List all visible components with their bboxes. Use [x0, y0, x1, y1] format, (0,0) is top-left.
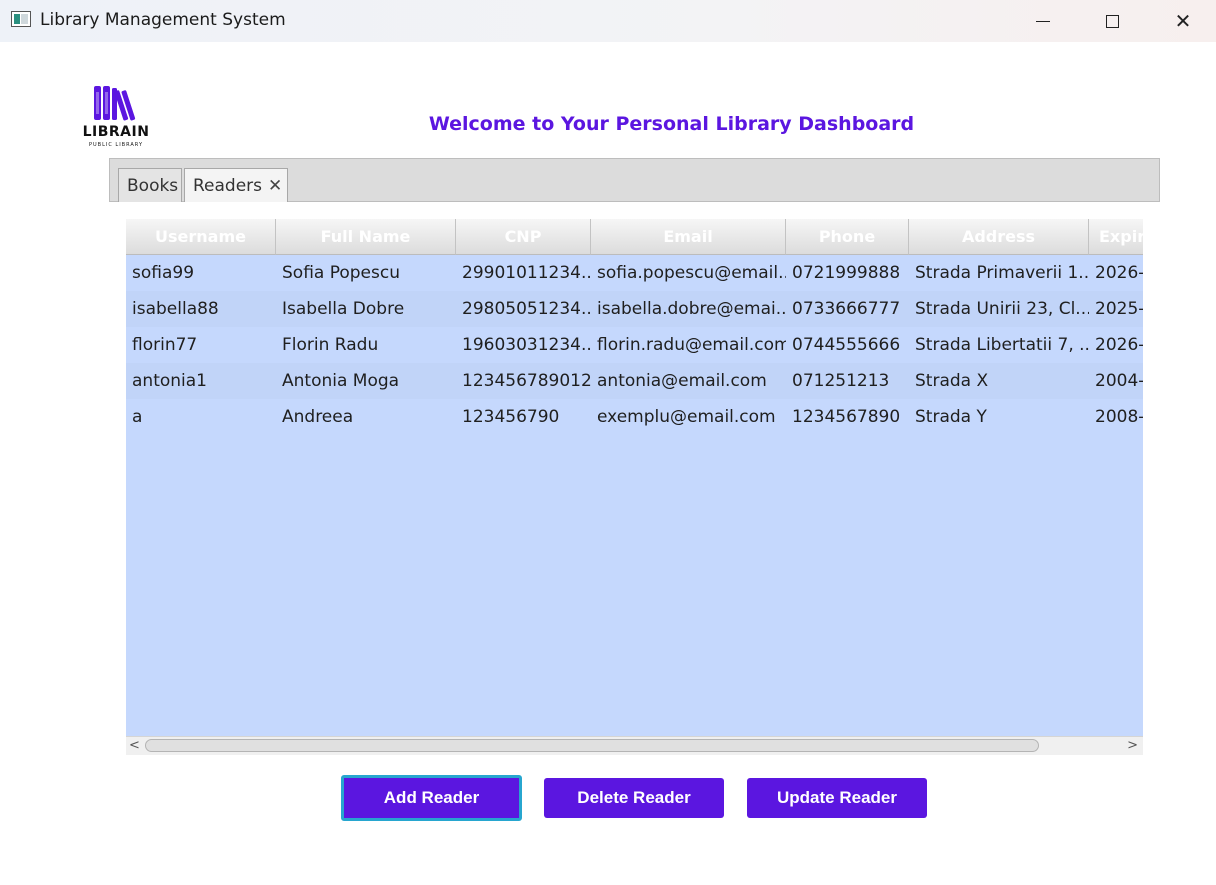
tab-books-label: Books [127, 175, 179, 196]
cell-username: isabella88 [132, 299, 219, 319]
tab-readers[interactable]: Readers ✕ [184, 168, 288, 202]
readers-table[interactable]: Username Full Name CNP Email Phone Addre… [126, 219, 1143, 755]
minimize-button[interactable] [1008, 0, 1078, 42]
cell-full-name: Antonia Moga [282, 371, 400, 391]
cell-phone: 0721999888 [792, 263, 901, 283]
logo-name: LIBRAIN [82, 124, 150, 140]
tab-readers-label: Readers [193, 175, 263, 196]
tab-books[interactable]: Books [118, 168, 182, 202]
cell-address: Strada Libertatii 7, ... [915, 335, 1089, 355]
table-row[interactable]: isabella88 Isabella Dobre 29805051234...… [126, 291, 1143, 327]
cell-address: Strada Unirii 23, Cl... [915, 299, 1089, 319]
cell-email: sofia.popescu@email... [597, 263, 786, 283]
window-titlebar: Library Management System ✕ [0, 0, 1216, 42]
cell-email: florin.radu@email.com [597, 335, 786, 355]
add-reader-button[interactable]: Add Reader [341, 775, 522, 821]
cell-expiration: 2026-0 [1095, 263, 1143, 283]
cell-expiration: 2025-1 [1095, 299, 1143, 319]
cell-phone: 0733666777 [792, 299, 901, 319]
cell-address: Strada Y [915, 407, 987, 427]
delete-reader-button[interactable]: Delete Reader [544, 778, 724, 818]
cell-email: antonia@email.com [597, 371, 767, 391]
cell-phone: 071251213 [792, 371, 890, 391]
column-header-cnp[interactable]: CNP [456, 219, 591, 255]
table-row[interactable]: antonia1 Antonia Moga 123456789012 anton… [126, 363, 1143, 399]
maximize-icon [1105, 14, 1119, 28]
app-icon [11, 11, 31, 27]
table-body: sofia99 Sofia Popescu 29901011234... sof… [126, 255, 1143, 435]
close-icon: ✕ [1174, 9, 1192, 33]
scroll-right-arrow-icon[interactable]: > [1127, 738, 1138, 753]
tab-bar: Books Readers ✕ [109, 158, 1160, 202]
horizontal-scrollbar[interactable]: < > [126, 736, 1143, 755]
column-header-address[interactable]: Address [909, 219, 1089, 255]
cell-address: Strada X [915, 371, 989, 391]
column-header-phone[interactable]: Phone [786, 219, 909, 255]
cell-cnp: 29805051234... [462, 299, 591, 319]
window-title: Library Management System [40, 10, 286, 30]
cell-username: florin77 [132, 335, 198, 355]
table-header: Username Full Name CNP Email Phone Addre… [126, 219, 1143, 255]
cell-email: isabella.dobre@emai... [597, 299, 786, 319]
cell-phone: 1234567890 [792, 407, 901, 427]
cell-expiration: 2026-0 [1095, 335, 1143, 355]
cell-email: exemplu@email.com [597, 407, 776, 427]
scrollbar-thumb[interactable] [145, 739, 1039, 752]
cell-expiration: 2008-0 [1095, 407, 1143, 427]
cell-phone: 0744555666 [792, 335, 901, 355]
cell-full-name: Sofia Popescu [282, 263, 400, 283]
table-row[interactable]: sofia99 Sofia Popescu 29901011234... sof… [126, 255, 1143, 291]
update-reader-button[interactable]: Update Reader [747, 778, 927, 818]
cell-expiration: 2004-0 [1095, 371, 1143, 391]
tab-close-icon[interactable]: ✕ [268, 176, 282, 196]
cell-username: sofia99 [132, 263, 195, 283]
cell-username: a [132, 407, 143, 427]
close-window-button[interactable]: ✕ [1148, 0, 1216, 42]
dashboard-heading: Welcome to Your Personal Library Dashboa… [428, 113, 915, 135]
cell-cnp: 19603031234... [462, 335, 591, 355]
column-header-full-name[interactable]: Full Name [276, 219, 456, 255]
column-header-username[interactable]: Username [126, 219, 276, 255]
librain-logo: LIBRAIN PUBLIC LIBRARY [80, 84, 152, 150]
cell-address: Strada Primaverii 1... [915, 263, 1089, 283]
cell-cnp: 123456790 [462, 407, 560, 427]
minimize-icon [1036, 20, 1050, 22]
cell-full-name: Andreea [282, 407, 354, 427]
table-row[interactable]: florin77 Florin Radu 19603031234... flor… [126, 327, 1143, 363]
books-logo-icon [94, 86, 136, 121]
maximize-button[interactable] [1077, 0, 1147, 42]
column-header-expiration[interactable]: Expira [1089, 219, 1143, 255]
cell-full-name: Isabella Dobre [282, 299, 405, 319]
cell-full-name: Florin Radu [282, 335, 379, 355]
table-row[interactable]: a Andreea 123456790 exemplu@email.com 12… [126, 399, 1143, 435]
cell-cnp: 29901011234... [462, 263, 591, 283]
column-header-email[interactable]: Email [591, 219, 786, 255]
cell-cnp: 123456789012 [462, 371, 591, 391]
logo-tagline: PUBLIC LIBRARY [88, 142, 144, 148]
scroll-left-arrow-icon[interactable]: < [129, 738, 140, 753]
cell-username: antonia1 [132, 371, 207, 391]
